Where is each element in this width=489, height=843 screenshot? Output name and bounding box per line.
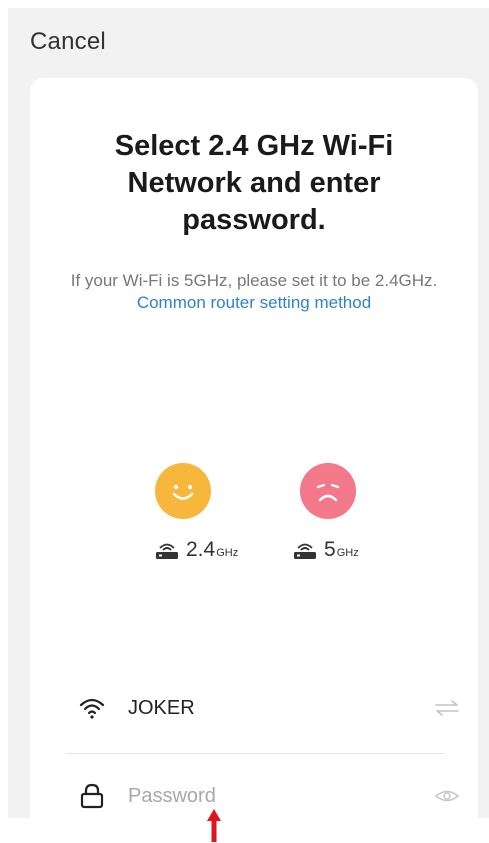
subtitle-text: If your Wi-Fi is 5GHz, please set it to … xyxy=(70,271,438,290)
band-value: 2.4 xyxy=(186,538,216,561)
cancel-button[interactable]: Cancel xyxy=(30,28,106,56)
wifi-ssid: JOKER xyxy=(128,696,195,719)
password-row xyxy=(70,766,466,818)
switch-network-icon[interactable] xyxy=(434,698,460,718)
divider xyxy=(66,753,444,754)
router-icon xyxy=(156,543,178,559)
band-value: 5 xyxy=(324,538,336,561)
eye-icon[interactable] xyxy=(434,786,460,806)
subtitle: If your Wi-Fi is 5GHz, please set it to … xyxy=(70,270,438,314)
router-icon xyxy=(294,543,316,559)
wifi-network-row[interactable]: JOKER xyxy=(70,678,466,738)
band-5ghz: 5 GHz xyxy=(292,538,359,562)
wifi-icon xyxy=(79,698,105,719)
password-input[interactable] xyxy=(128,784,434,808)
annotation-arrow-icon xyxy=(207,809,221,842)
lock-icon xyxy=(80,783,104,809)
band-2-4ghz: 2.4 GHz xyxy=(154,538,238,562)
wifi-setup-screen: Cancel Select 2.4 GHz Wi-Fi Network and … xyxy=(8,8,489,818)
sad-face-icon xyxy=(300,463,356,519)
band-unit: GHz xyxy=(216,547,239,559)
wifi-card: Select 2.4 GHz Wi-Fi Network and enter p… xyxy=(30,78,478,818)
happy-face-icon xyxy=(155,463,211,519)
band-unit: GHz xyxy=(336,547,359,559)
page-title: Select 2.4 GHz Wi-Fi Network and enter p… xyxy=(114,130,394,236)
router-setting-link[interactable]: Common router setting method xyxy=(137,293,371,312)
